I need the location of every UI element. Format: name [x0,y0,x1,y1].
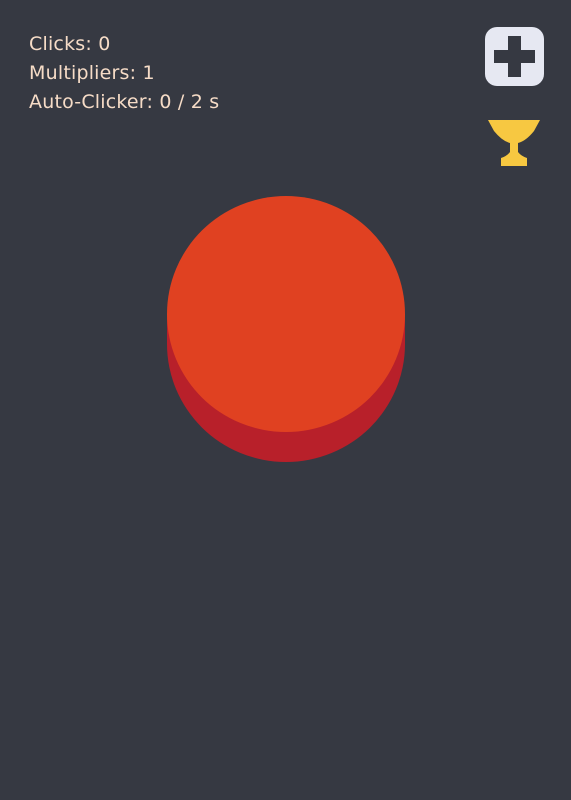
big-click-button-shape [167,196,405,462]
multipliers-counter: Multipliers: 1 [29,62,155,84]
trophy-icon [488,120,540,166]
shop-button[interactable] [485,27,544,86]
auto-clicker-rate: Auto-Clicker: 0 / 2 s [29,91,220,113]
clicks-counter: Clicks: 0 [29,33,111,55]
stats-panel: Clicks: 0 Multipliers: 1 Auto-Clicker: 0… [29,30,219,117]
big-click-button[interactable] [167,195,405,463]
achievements-button[interactable] [488,120,540,166]
plus-icon [494,36,535,77]
